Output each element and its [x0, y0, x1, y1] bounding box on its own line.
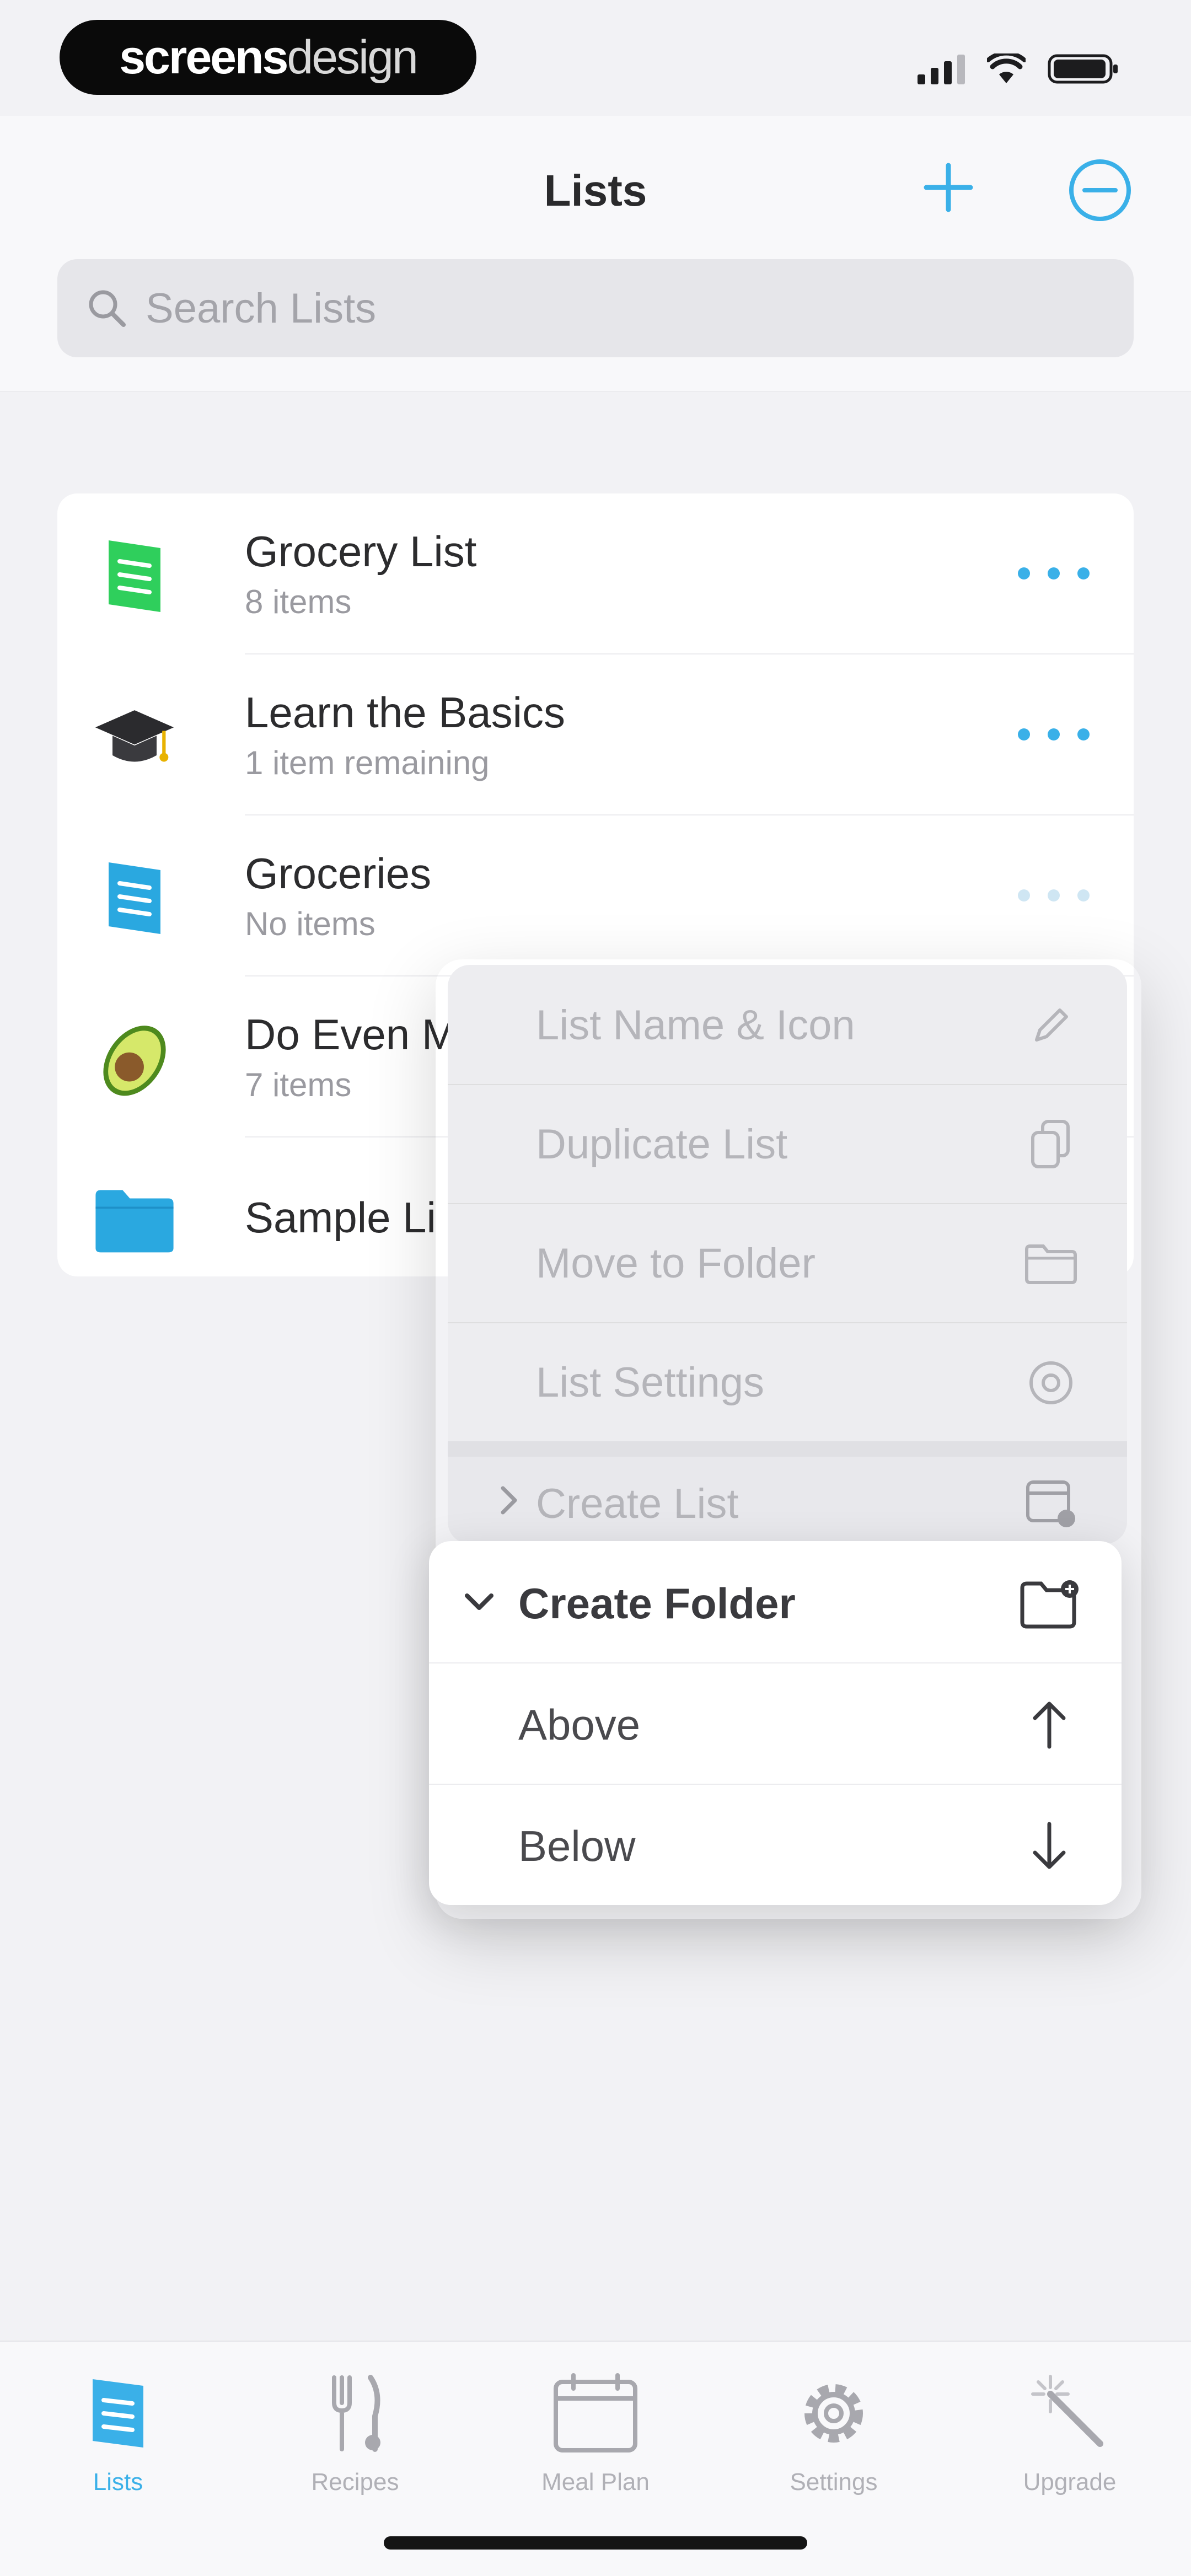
tab-label: Upgrade [1023, 2468, 1117, 2496]
home-indicator [384, 2536, 807, 2550]
gear-icon [1023, 1355, 1079, 1410]
chevron-down-icon [460, 1582, 498, 1621]
cellular-signal-icon [918, 53, 965, 84]
green-list-icon [90, 532, 179, 620]
tab-meal-plan[interactable]: Meal Plan [513, 2364, 678, 2502]
tab-upgrade[interactable]: Upgrade [987, 2364, 1152, 2502]
list-title: Learn the Basics [245, 688, 566, 737]
menu-item-create-list[interactable]: Create List [448, 1457, 1127, 1544]
tab-label: Meal Plan [541, 2468, 650, 2496]
more-options-button[interactable] [1018, 715, 1090, 754]
menu-item-list-name-icon[interactable]: List Name & Icon [448, 965, 1127, 1085]
ellipsis-icon [1018, 567, 1030, 579]
menu-item-label: Move to Folder [536, 1240, 816, 1287]
list-subtitle: No items [245, 905, 375, 942]
search-input[interactable] [144, 283, 1134, 333]
status-icons [918, 50, 1119, 88]
list-subtitle: 8 items [245, 583, 352, 620]
plus-icon [924, 163, 973, 212]
menu-item-label: Below [518, 1822, 636, 1870]
list-title: Groceries [245, 849, 432, 898]
menu-item-label: List Settings [536, 1359, 764, 1406]
brand-watermark: screensdesign [60, 20, 476, 95]
menu-item-label: List Name & Icon [536, 1002, 855, 1049]
minus-circle-icon [1069, 159, 1131, 221]
search-icon [79, 281, 135, 336]
folder-outline-icon [1023, 1236, 1079, 1291]
list-title: Grocery List [245, 527, 477, 576]
menu-item-list-settings[interactable]: List Settings [448, 1322, 1127, 1442]
add-list-button[interactable] [915, 149, 981, 226]
calendar-icon [551, 2369, 640, 2457]
graduation-cap-icon [90, 693, 179, 781]
search-bar[interactable] [57, 259, 1134, 357]
blue-list-icon [90, 854, 179, 942]
menu-item-label: Create List [536, 1480, 739, 1527]
menu-separator [448, 1441, 1127, 1457]
menu-item-move-to-folder[interactable]: Move to Folder [448, 1203, 1127, 1323]
more-options-button[interactable] [1018, 876, 1090, 915]
nav-header: Lists [0, 116, 1191, 392]
tab-lists[interactable]: Lists [35, 2364, 201, 2502]
create-folder-submenu: Create Folder Above Below [429, 1541, 1122, 1905]
list-row-grocery-list[interactable]: Grocery List 8 items [57, 493, 1134, 654]
list-icon [74, 2369, 162, 2457]
battery-icon [1048, 54, 1118, 84]
more-options-button[interactable] [1018, 554, 1090, 593]
brand-text: screensdesign [119, 30, 419, 84]
menu-item-duplicate-list[interactable]: Duplicate List [448, 1084, 1127, 1204]
edit-lists-button[interactable] [1064, 154, 1136, 226]
list-title: Do Even M [245, 1010, 458, 1059]
fork-knife-icon [311, 2369, 399, 2457]
status-bar: screensdesign [0, 0, 1191, 116]
arrow-up-icon [1019, 1694, 1080, 1755]
list-title: Sample Li [245, 1193, 436, 1242]
menu-item-label: Above [518, 1700, 641, 1749]
list-row-learn-the-basics[interactable]: Learn the Basics 1 item remaining [57, 654, 1134, 815]
avocado-icon [90, 1015, 179, 1103]
folder-icon [90, 1176, 179, 1264]
menu-item-label: Duplicate List [536, 1121, 788, 1168]
menu-item-label: Create Folder [518, 1579, 796, 1628]
duplicate-icon [1023, 1117, 1079, 1172]
wifi-icon [987, 53, 1026, 83]
tab-recipes[interactable]: Recipes [272, 2364, 438, 2502]
menu-item-create-folder[interactable]: Create Folder [429, 1541, 1122, 1663]
tab-label: Settings [790, 2468, 878, 2496]
menu-item-above[interactable]: Above [429, 1662, 1122, 1785]
arrow-down-icon [1019, 1816, 1080, 1876]
chevron-right-icon [490, 1481, 528, 1520]
tab-settings[interactable]: Settings [751, 2364, 916, 2502]
tab-label: Recipes [311, 2468, 399, 2496]
tab-label: Lists [93, 2468, 143, 2496]
list-row-groceries[interactable]: Groceries No items [57, 815, 1134, 976]
ellipsis-icon [1018, 728, 1030, 740]
list-subtitle: 7 items [245, 1066, 352, 1103]
menu-item-below[interactable]: Below [429, 1784, 1122, 1905]
gear-icon [790, 2369, 878, 2457]
list-subtitle: 1 item remaining [245, 744, 490, 781]
folder-add-icon [1019, 1573, 1080, 1634]
context-menu: List Name & Icon Duplicate List Move to … [448, 965, 1127, 1544]
magic-wand-icon [1026, 2369, 1114, 2457]
pencil-icon [1023, 998, 1079, 1053]
calendar-add-icon [1023, 1474, 1079, 1530]
ellipsis-icon [1018, 889, 1030, 901]
page-title: Lists [544, 166, 647, 215]
